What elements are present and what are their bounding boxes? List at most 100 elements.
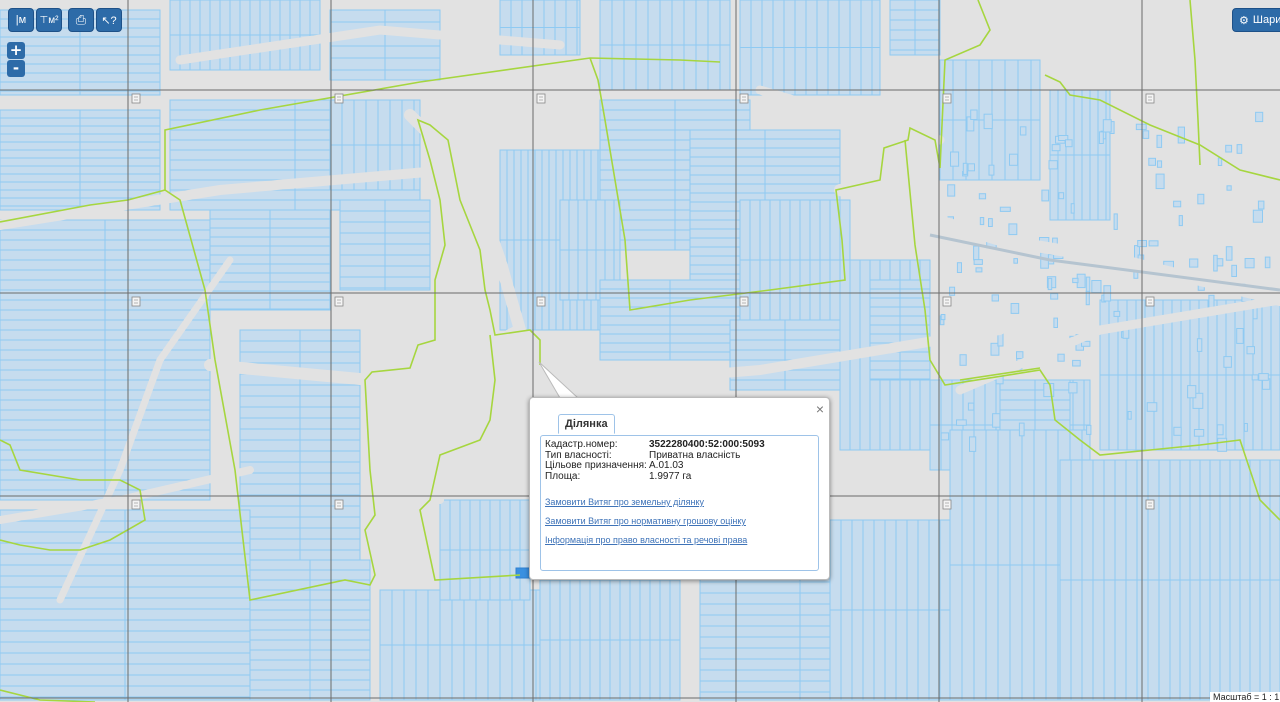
sheet-marker [334,93,344,104]
parcel [1226,185,1232,191]
sheet-marker-icon [131,296,141,307]
parcel [1072,277,1079,284]
measure-toolbar: |м ⊤м² [8,8,62,32]
parcel [1098,131,1104,144]
parcel [1019,126,1027,136]
sheet-marker [1145,499,1155,510]
identify-button[interactable]: ↖? [96,8,122,32]
parcel [1127,411,1132,420]
parcel [1193,429,1205,437]
parcel [950,151,960,167]
parcel [973,259,983,265]
sheet-marker-icon [1145,93,1155,104]
parcel-block [439,499,531,601]
parcel [1264,256,1271,269]
sheet-marker [131,499,141,510]
parcel [1196,338,1203,352]
parcel [1258,373,1269,381]
sheet-marker-icon [334,296,344,307]
parcel [1135,123,1147,131]
popup-content: Кадастр.номер: 3522280400:52:000:5093 Ти… [540,435,819,571]
close-icon[interactable]: × [816,401,824,417]
parcel [1225,246,1233,261]
scale-label: Масштаб = 1 : 1 [1210,692,1280,702]
parcel [979,217,985,226]
parcel-block [0,109,161,211]
parcel-block [339,199,431,291]
sheet-marker-icon [942,499,952,510]
parcel [1173,200,1182,208]
sheet-marker [131,296,141,307]
field-purpose: Цільове призначення: A.01.03 [545,460,814,472]
sheet-marker [334,499,344,510]
parcel [1010,303,1020,314]
ownership-rights-link[interactable]: Інформація про право власності та речові… [545,535,814,545]
cadastral-map[interactable] [0,0,1280,702]
parcel [1086,424,1092,435]
parcel-block [739,0,881,96]
sheet-marker [334,296,344,307]
parcel [1085,276,1091,293]
field-area: Площа: 1.9977 га [545,471,814,483]
parcel [975,267,983,273]
parcel [1018,422,1025,437]
sheet-marker [536,296,546,307]
parcel [1255,111,1264,123]
sheet-marker-icon [942,296,952,307]
parcel [1197,193,1205,205]
sheet-marker-icon [131,93,141,104]
field-label: Кадастр.номер: [545,439,618,450]
identify-cursor-icon: ↖? [101,14,117,27]
zoom-in-button[interactable]: + [7,42,25,59]
parcel-block [0,509,251,701]
parcel [1213,254,1218,272]
field-value: A.01.03 [649,460,684,471]
parcel [988,218,993,228]
parcel [1051,144,1061,152]
sheet-marker [942,93,952,104]
print-button[interactable]: ⎙ [68,8,94,32]
parcel [1065,139,1073,148]
zoom-out-button[interactable]: - [7,60,25,77]
parcel-block [329,9,441,81]
sheet-marker [131,93,141,104]
parcel [988,164,995,176]
sheet-marker-icon [536,93,546,104]
order-valuation-extract-link[interactable]: Замовити Витяг про нормативну грошову оц… [545,516,814,526]
sheet-marker-icon [739,93,749,104]
parcel [969,436,977,452]
layers-button[interactable]: ⚙ Шари [1232,8,1280,32]
parcel [973,245,980,261]
tab-parcel[interactable]: Ділянка [558,414,615,434]
parcel [1217,157,1223,167]
parcel [1043,383,1055,398]
parcel [940,432,950,441]
parcel-block [869,279,931,381]
sheet-marker-icon [1145,296,1155,307]
parcel [962,162,968,175]
parcel-info-popup: × Ділянка Кадастр.номер: 3522280400:52:0… [529,397,830,580]
parcel [1013,258,1019,264]
parcel-block [889,0,941,56]
parcel [1091,280,1102,294]
parcel-block [0,219,211,501]
parcel [1050,293,1059,300]
measure-length-button[interactable]: |м [8,8,34,32]
parcel [1113,213,1118,230]
measure-length-icon: |м [15,14,27,26]
parcel [1142,130,1150,139]
parcel [1148,240,1159,247]
order-parcel-extract-link[interactable]: Замовити Витяг про земельну ділянку [545,497,814,507]
parcel [978,193,987,200]
sheet-marker-icon [334,93,344,104]
parcel [1231,264,1238,277]
parcel [983,113,993,130]
parcel [1236,328,1244,344]
parcel-block [599,279,741,361]
parcel-block [739,199,851,321]
field-value: 3522280400:52:000:5093 [649,439,765,450]
layers-label: Шари [1252,14,1280,26]
measure-area-button[interactable]: ⊤м² [36,8,62,32]
parcel-block [599,0,731,91]
sheet-marker-icon [942,93,952,104]
